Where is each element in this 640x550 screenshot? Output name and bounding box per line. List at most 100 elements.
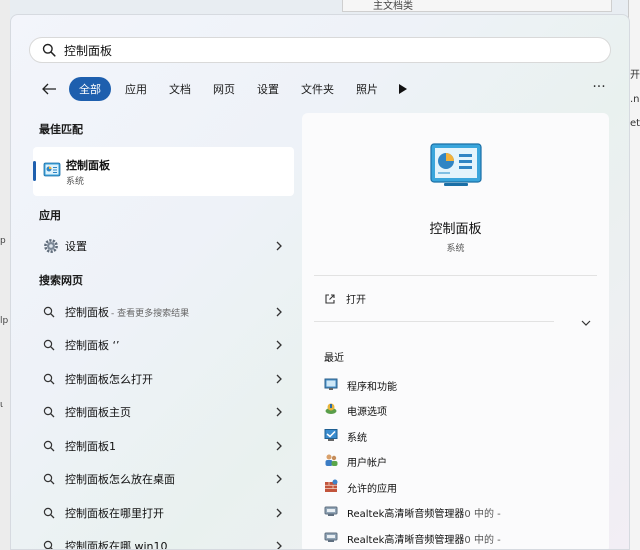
recent-item-label: 允许的应用 [347, 483, 397, 495]
chevron-right-icon [276, 541, 282, 549]
best-match-heading: 最佳匹配 [39, 123, 83, 136]
recent-item-label: 程序和功能 [347, 381, 397, 393]
search-icon [43, 406, 65, 418]
app-item-settings[interactable]: 设置 [33, 233, 294, 259]
background-left-edge: p lp ɩ [0, 0, 10, 550]
web-result-label: 控制面板在哪 win10 [65, 540, 168, 550]
more-filters-button[interactable] [394, 80, 412, 98]
web-result-label: 控制面板 [65, 306, 109, 319]
recent-item[interactable]: 允许的应用 [324, 477, 397, 497]
play-icon [399, 84, 407, 94]
start-search-panel: 全部 应用 文档 网页 设置 文件夹 照片 ··· 最佳匹配 控 [10, 14, 630, 550]
audio-icon [324, 530, 338, 547]
search-icon [43, 540, 65, 549]
right-edge-text: 开 [630, 70, 640, 81]
recent-heading: 最近 [324, 353, 344, 364]
audio-icon [324, 504, 338, 521]
recent-item[interactable]: Realtek高清晰音频管理器 0 中的 - [324, 502, 501, 522]
chevron-right-icon [276, 508, 282, 518]
left-edge-text: lp [0, 316, 9, 326]
best-match-item[interactable]: 控制面板 系统 [33, 147, 294, 196]
programs-icon [324, 377, 338, 394]
recent-item-label: Realtek高清晰音频管理器 [347, 534, 465, 546]
selection-indicator [33, 161, 36, 181]
filter-documents[interactable]: 文档 [161, 77, 199, 101]
recent-item[interactable]: 程序和功能 [324, 375, 397, 395]
recent-item-suffix: 0 中的 - [464, 508, 501, 520]
web-result-label: 控制面板怎么放在桌面 [65, 473, 175, 486]
web-result-item[interactable]: 控制面板怎么放在桌面 [33, 466, 294, 492]
apps-heading: 应用 [39, 209, 61, 222]
system-icon [324, 428, 338, 445]
web-result-item[interactable]: 控制面板怎么打开 [33, 366, 294, 392]
search-icon [43, 473, 65, 485]
chevron-right-icon [276, 307, 282, 317]
gear-icon [43, 238, 65, 254]
web-result-item[interactable]: 控制面板 - 查看更多搜索结果 [33, 299, 294, 325]
web-search-heading: 搜索网页 [39, 274, 83, 287]
filter-apps[interactable]: 应用 [117, 77, 155, 101]
chevron-down-icon[interactable] [580, 318, 592, 328]
chevron-right-icon [276, 407, 282, 417]
web-result-item[interactable]: 控制面板主页 [33, 399, 294, 425]
detail-title: 控制面板 [429, 222, 482, 237]
web-result-label: 控制面板 ‘’ [65, 339, 120, 352]
left-edge-text: p [0, 236, 6, 246]
recent-item[interactable]: 系统 [324, 426, 367, 446]
left-edge-text: ɩ [0, 400, 4, 410]
firewall-icon [324, 479, 338, 496]
web-result-item[interactable]: 控制面板 ‘’ [33, 332, 294, 358]
detail-subtitle: 系统 [446, 244, 465, 254]
web-result-item[interactable]: 控制面板1 [33, 433, 294, 459]
web-result-item[interactable]: 控制面板在哪 win10 [33, 533, 294, 550]
filter-all[interactable]: 全部 [69, 77, 111, 101]
users-icon [324, 453, 338, 470]
best-match-type: 系统 [66, 177, 85, 187]
divider [314, 321, 554, 322]
search-box[interactable] [29, 37, 611, 63]
control-panel-icon [43, 161, 61, 182]
divider [314, 275, 597, 276]
web-result-hint: - 查看更多搜索结果 [111, 308, 190, 319]
more-options-button[interactable]: ··· [589, 80, 609, 97]
control-panel-large-icon [430, 143, 482, 190]
chevron-right-icon [276, 340, 282, 350]
filter-photos[interactable]: 照片 [348, 77, 386, 101]
search-input[interactable] [64, 43, 564, 57]
chevron-right-icon [276, 374, 282, 384]
web-result-label: 控制面板1 [65, 440, 116, 453]
filter-web[interactable]: 网页 [205, 77, 243, 101]
search-icon [43, 339, 65, 351]
search-icon [43, 306, 65, 318]
right-edge-text: et [630, 118, 640, 129]
filter-settings[interactable]: 设置 [249, 77, 287, 101]
arrow-left-icon [42, 83, 56, 95]
power-icon [324, 402, 338, 419]
chevron-right-icon [276, 441, 282, 451]
web-result-label: 控制面板在哪里打开 [65, 507, 164, 520]
search-icon [43, 507, 65, 519]
recent-item[interactable]: Realtek高清晰音频管理器 0 中的 - [324, 528, 501, 548]
recent-item-label: 用户帐户 [347, 457, 387, 469]
recent-item-label: 电源选项 [347, 406, 387, 418]
back-button[interactable] [37, 77, 61, 101]
search-icon [42, 43, 56, 57]
recent-item-suffix: 0 中的 - [464, 534, 501, 546]
web-result-label: 控制面板主页 [65, 406, 131, 419]
web-result-label: 控制面板怎么打开 [65, 373, 153, 386]
app-item-label: 设置 [65, 240, 87, 253]
best-match-name: 控制面板 [66, 159, 110, 172]
filter-bar: 全部 应用 文档 网页 设置 文件夹 照片 [37, 76, 412, 102]
recent-item[interactable]: 用户帐户 [324, 451, 387, 471]
recent-item-label: Realtek高清晰音频管理器 [347, 508, 465, 520]
open-external-icon [325, 293, 335, 304]
background-window: 主文档类 [342, 0, 612, 12]
filter-folders[interactable]: 文件夹 [293, 77, 342, 101]
open-action[interactable]: 打开 [324, 291, 366, 306]
recent-item-label: 系统 [347, 432, 367, 444]
background-window-title: 主文档类 [373, 1, 413, 12]
web-result-item[interactable]: 控制面板在哪里打开 [33, 500, 294, 526]
chevron-right-icon [276, 474, 282, 484]
recent-item[interactable]: 电源选项 [324, 400, 387, 420]
chevron-right-icon [276, 241, 282, 251]
